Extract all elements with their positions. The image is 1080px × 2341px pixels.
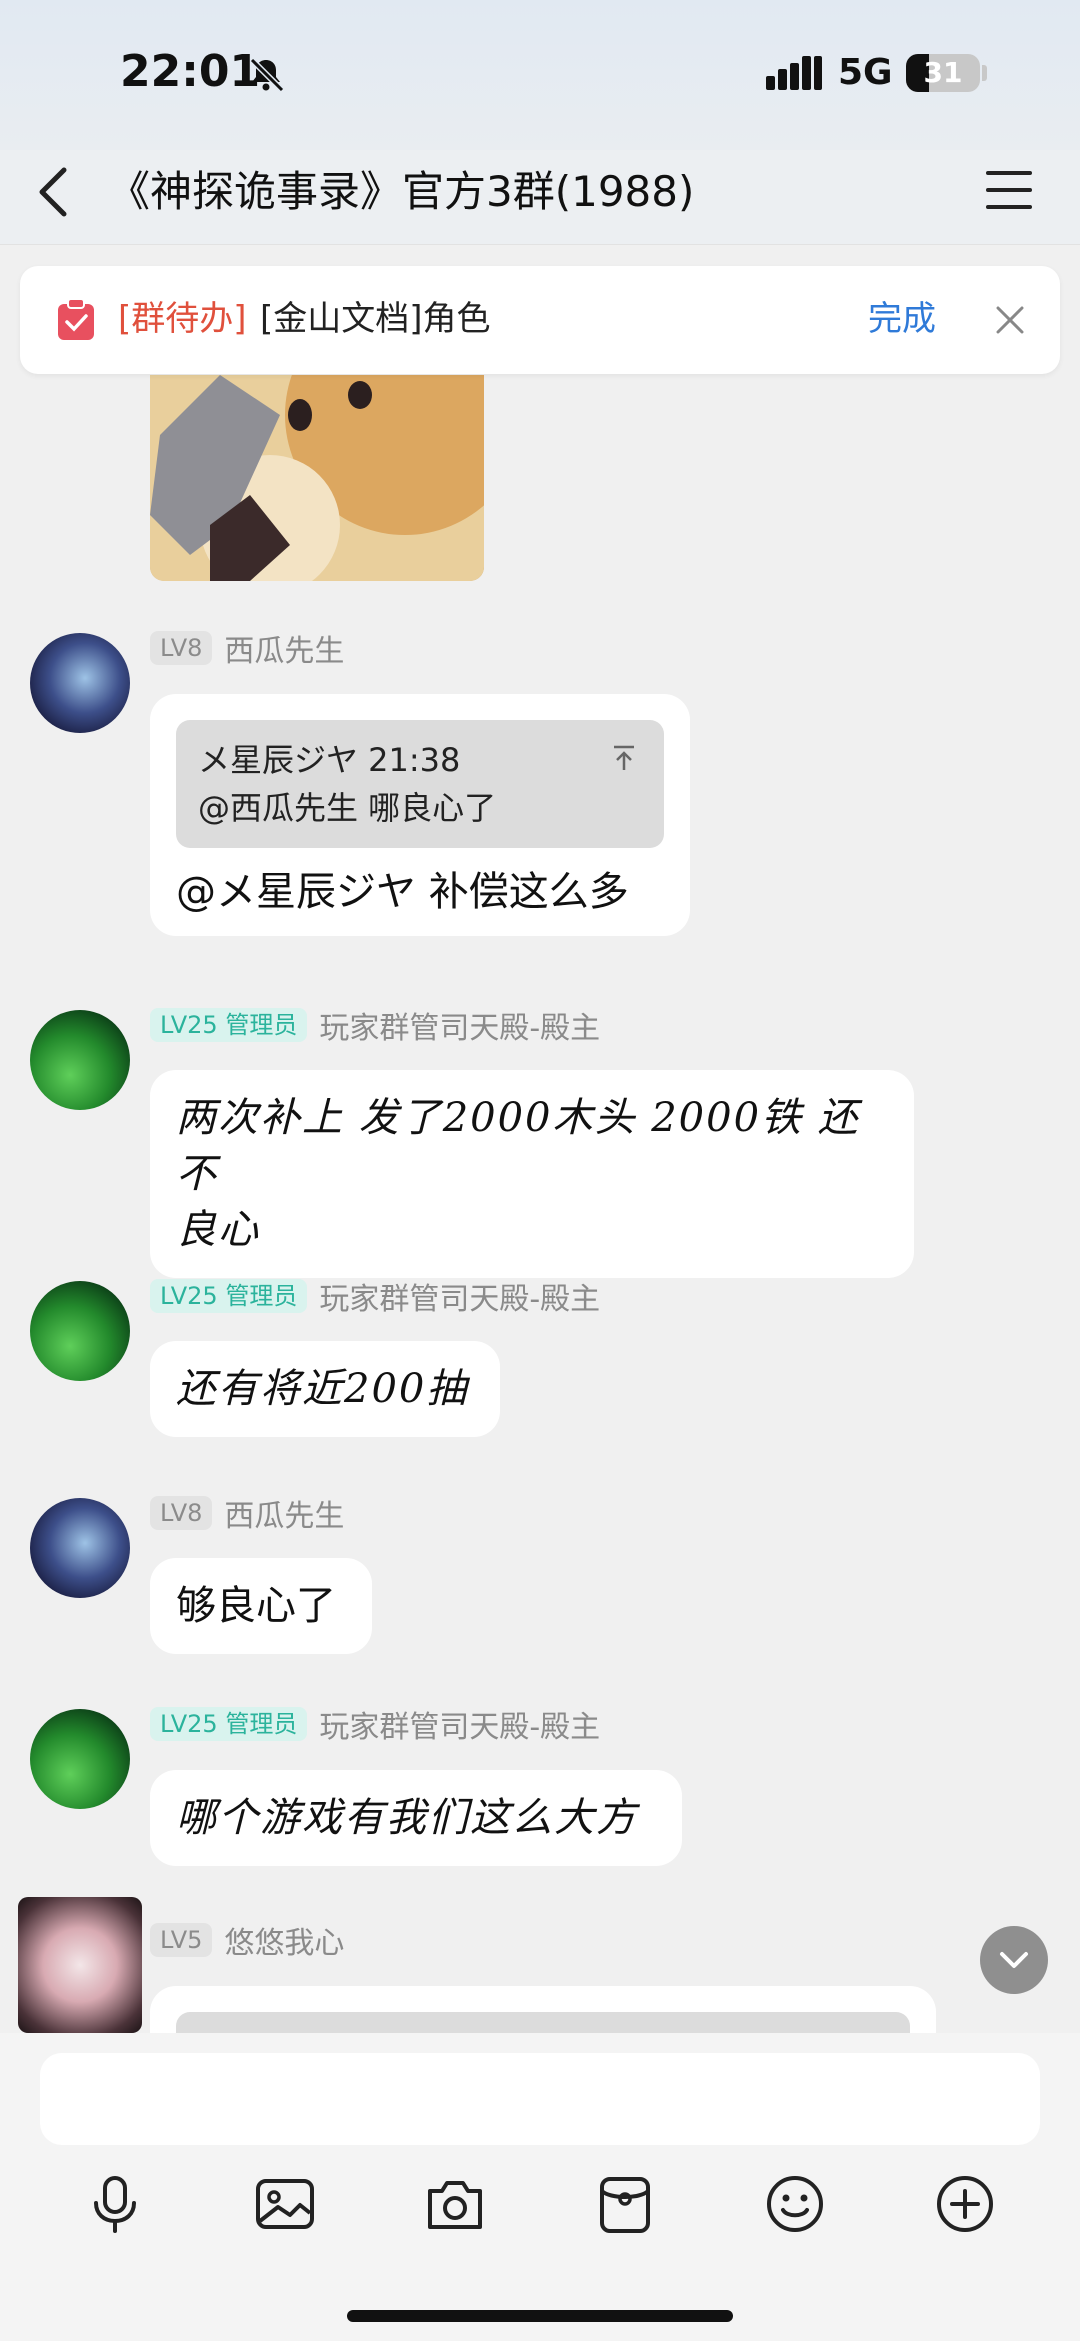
sender-line: LV5 悠悠我心: [150, 1918, 344, 1962]
battery-icon: 31: [906, 54, 980, 92]
emoji-icon[interactable]: [764, 2173, 826, 2235]
knife-sticker-icon: [150, 375, 484, 581]
plus-icon[interactable]: [934, 2173, 996, 2235]
red-packet-icon[interactable]: [594, 2173, 656, 2235]
avatar[interactable]: [30, 1010, 130, 1110]
sender-name[interactable]: 玩家群管司天殿-殿主: [319, 1702, 600, 1746]
input-panel: [0, 2033, 1080, 2341]
home-indicator[interactable]: [347, 2310, 733, 2322]
jump-to-quote-icon[interactable]: [610, 744, 638, 772]
quote-header: メ星辰ジヤ 21:38: [198, 741, 461, 779]
message-bubble[interactable]: 够良心了: [150, 1558, 372, 1654]
signal-icon: [766, 56, 822, 90]
quoted-message[interactable]: [176, 2012, 910, 2033]
level-badge: LV8: [150, 1496, 213, 1530]
sender-name[interactable]: 玩家群管司天殿-殿主: [319, 1274, 600, 1318]
close-icon[interactable]: [992, 302, 1028, 338]
sender-line: LV25 管理员 玩家群管司天殿-殿主: [150, 1003, 600, 1047]
sender-name[interactable]: 玩家群管司天殿-殿主: [319, 1003, 600, 1047]
message-text: 够良心了: [176, 1583, 336, 1629]
admin-level-badge: LV25 管理员: [150, 1279, 308, 1313]
chevron-down-icon: [1000, 1952, 1028, 1968]
chat-message-list[interactable]: LV8 西瓜先生 メ星辰ジヤ 21:38 @西瓜先生 哪良心了 @メ星辰ジヤ 补…: [0, 245, 1080, 2033]
sender-name[interactable]: 西瓜先生: [224, 626, 344, 670]
message-bubble[interactable]: メ星辰ジヤ 21:38 @西瓜先生 哪良心了 @メ星辰ジヤ 补偿这么多: [150, 694, 690, 936]
sender-line: LV8 西瓜先生: [150, 626, 344, 670]
back-icon[interactable]: [30, 162, 80, 222]
admin-level-badge: LV25 管理员: [150, 1707, 308, 1741]
message-text-line: 两次补上 发了2000木头 2000铁 还不: [176, 1095, 860, 1197]
avatar[interactable]: [18, 1897, 142, 2033]
status-bar: 22:01 5G 31: [0, 0, 1080, 150]
avatar[interactable]: [30, 1281, 130, 1381]
message-text: 还有将近200抽: [176, 1366, 469, 1412]
message-bubble[interactable]: 两次补上 发了2000木头 2000铁 还不 良心: [150, 1070, 914, 1278]
microphone-icon[interactable]: [84, 2173, 146, 2235]
avatar[interactable]: [30, 1709, 130, 1809]
sender-line: LV25 管理员 玩家群管司天殿-殿主: [150, 1274, 600, 1318]
group-todo-banner[interactable]: [群待办] [金山文档]角色 完成: [20, 266, 1060, 374]
quoted-message[interactable]: メ星辰ジヤ 21:38 @西瓜先生 哪良心了: [176, 720, 664, 848]
camera-icon[interactable]: [424, 2173, 486, 2235]
todo-done-button[interactable]: 完成: [868, 296, 936, 342]
sender-line: LV25 管理员 玩家群管司天殿-殿主: [150, 1702, 600, 1746]
admin-level-badge: LV25 管理员: [150, 1008, 308, 1042]
message-input[interactable]: [40, 2053, 1040, 2145]
menu-icon[interactable]: [984, 168, 1034, 212]
avatar[interactable]: [30, 633, 130, 733]
network-label: 5G: [838, 52, 893, 93]
scroll-to-bottom-button[interactable]: [980, 1926, 1048, 1994]
message-bubble[interactable]: 哪个游戏有我们这么大方: [150, 1770, 682, 1866]
sender-line: LV8 西瓜先生: [150, 1491, 344, 1535]
todo-tag: [群待办]: [118, 299, 247, 339]
page-title: 《神探诡事录》官方3群(1988): [108, 167, 695, 216]
message-bubble[interactable]: [150, 1986, 936, 2033]
avatar[interactable]: [30, 1498, 130, 1598]
message-bubble[interactable]: 还有将近200抽: [150, 1341, 500, 1437]
level-badge: LV5: [150, 1923, 213, 1957]
message-text: 哪个游戏有我们这么大方: [176, 1795, 638, 1841]
message-text-line: 良心: [176, 1207, 260, 1253]
clipboard-icon: [58, 298, 94, 340]
sender-name[interactable]: 悠悠我心: [224, 1918, 344, 1962]
sender-name[interactable]: 西瓜先生: [224, 1491, 344, 1535]
message-text: @メ星辰ジヤ 补偿这么多: [176, 869, 629, 915]
bell-mute-icon: [249, 57, 285, 93]
quote-text: @西瓜先生 哪良心了: [198, 789, 497, 827]
todo-text[interactable]: [金山文档]角色: [260, 296, 491, 342]
level-badge: LV8: [150, 631, 213, 665]
battery-tip: [982, 65, 987, 81]
battery-level: 31: [923, 56, 963, 89]
sticker-image[interactable]: [150, 375, 484, 581]
status-time: 22:01: [120, 46, 261, 97]
image-icon[interactable]: [254, 2173, 316, 2235]
